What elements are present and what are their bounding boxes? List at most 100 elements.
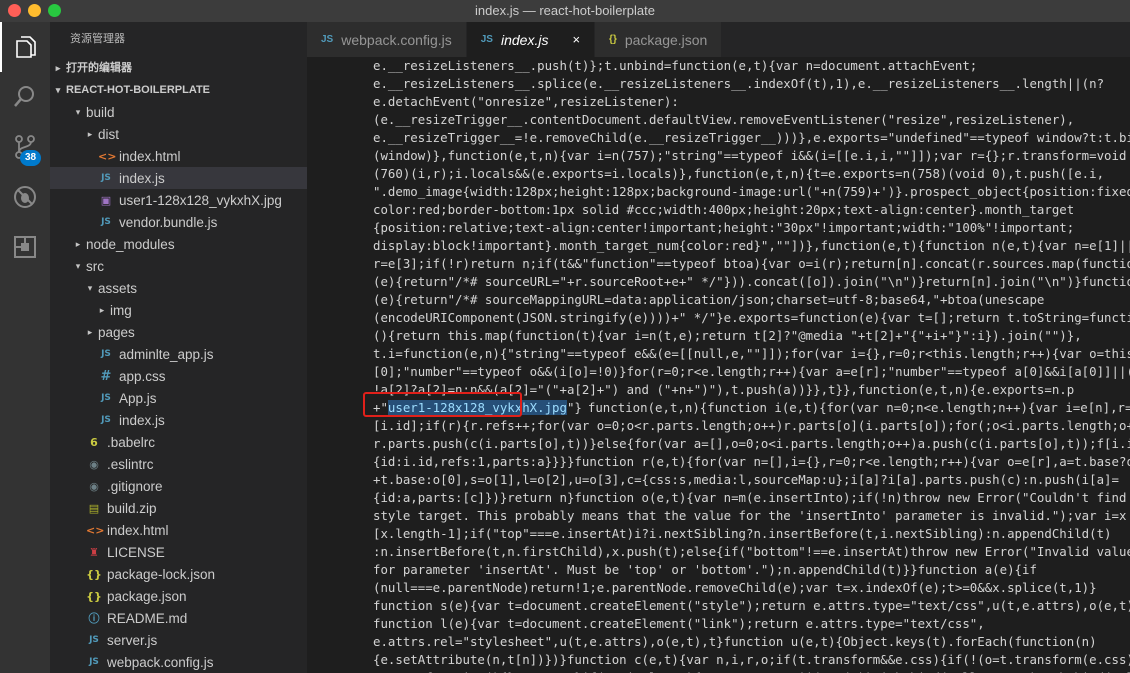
code-line[interactable]: (e.__resizeTrigger__.contentDocument.def…: [373, 111, 1130, 129]
source-control-icon[interactable]: 38: [0, 122, 50, 172]
js-file-icon: JS: [101, 217, 111, 227]
open-editors-section[interactable]: ▸ 打开的编辑器: [50, 57, 307, 79]
code-line[interactable]: color:red;border-bottom:1px solid #ccc;w…: [373, 201, 1130, 219]
tree-item[interactable]: ▾ src: [50, 255, 307, 277]
tree-item[interactable]: ▸ node_modules: [50, 233, 307, 255]
js-file-icon: JS: [101, 415, 111, 425]
code-line[interactable]: {id:a,parts:[c]})}return n}function o(e,…: [373, 489, 1130, 507]
tree-item[interactable]: ▸ pages: [50, 321, 307, 343]
activity-bar: 38: [0, 22, 50, 673]
window-minimize-button[interactable]: [28, 4, 41, 17]
tree-item[interactable]: # app.css: [50, 365, 307, 387]
tree-item-label: App.js: [119, 390, 157, 406]
code-line[interactable]: r=e[3];if(!r)return n;if(t&&"function"==…: [373, 255, 1130, 273]
tree-item[interactable]: ▸ img: [50, 299, 307, 321]
tab-webpack-config[interactable]: JS webpack.config.js: [307, 22, 467, 57]
md-file-icon: ⓘ: [88, 612, 100, 625]
code-line[interactable]: (){return this.map(function(t){var i=n(t…: [373, 327, 1130, 345]
code-line[interactable]: {position:relative;text-align:center!imp…: [373, 219, 1130, 237]
tree-item[interactable]: JS App.js: [50, 387, 307, 409]
tree-item-label: package-lock.json: [107, 566, 216, 582]
close-icon[interactable]: ×: [572, 32, 580, 47]
code-line[interactable]: ".demo_image{width:128px;height:128px;ba…: [373, 183, 1130, 201]
tree-item[interactable]: 6 .babelrc: [50, 431, 307, 453]
tree-item[interactable]: ◉ .eslintrc: [50, 453, 307, 475]
code-line[interactable]: (encodeURIComponent(JSON.stringify(e))))…: [373, 309, 1130, 327]
tree-item[interactable]: JS index.js: [50, 167, 307, 189]
scm-badge: 38: [20, 150, 42, 166]
lic-file-icon: ♜: [89, 545, 99, 559]
json-file-icon: {}: [86, 589, 102, 603]
tree-item-label: build.zip: [107, 500, 157, 516]
code-line[interactable]: e.__resizeListeners__.splice(e.__resizeL…: [373, 75, 1130, 93]
chevron-right-icon: ▸: [87, 326, 93, 337]
img-file-icon: ▣: [100, 193, 112, 207]
code-line[interactable]: return function(){};e.css=o}if(t.singlet…: [373, 669, 1130, 673]
code-content[interactable]: e.__resizeListeners__.push(t)};t.unbind=…: [373, 57, 1130, 673]
tree-item[interactable]: ▤ build.zip: [50, 497, 307, 519]
title-bar: index.js — react-hot-boilerplate: [0, 0, 1130, 22]
tab-package-json[interactable]: {} package.json: [595, 22, 723, 57]
code-line[interactable]: [0];"number"==typeof o&&(i[o]=!0)}for(r=…: [373, 363, 1130, 381]
search-icon[interactable]: [0, 72, 50, 122]
tree-item[interactable]: <> index.html: [50, 145, 307, 167]
tab-label: webpack.config.js: [341, 31, 452, 48]
tree-item[interactable]: ▸ dist: [50, 123, 307, 145]
tree-item[interactable]: ▾ build: [50, 101, 307, 123]
tab-label: package.json: [624, 31, 708, 48]
code-line[interactable]: :n.insertBefore(t,n.firstChild),x.push(t…: [373, 543, 1130, 561]
chevron-right-icon: ▸: [87, 128, 93, 139]
tree-item[interactable]: {} package-lock.json: [50, 563, 307, 585]
tree-item[interactable]: JS index.js: [50, 409, 307, 431]
code-line[interactable]: (760)(i,r);i.locals&&(e.exports=i.locals…: [373, 165, 1130, 183]
tree-item[interactable]: {} package.json: [50, 585, 307, 607]
tree-item[interactable]: ◉ .gitignore: [50, 475, 307, 497]
window-maximize-button[interactable]: [48, 4, 61, 17]
code-line[interactable]: [x.length-1];if("top"===e.insertAt)i?i.n…: [373, 525, 1130, 543]
code-line[interactable]: function l(e){var t=document.createEleme…: [373, 615, 1130, 633]
tree-item[interactable]: JS vendor.bundle.js: [50, 211, 307, 233]
code-line[interactable]: style target. This probably means that t…: [373, 507, 1130, 525]
chevron-right-icon: ▸: [75, 238, 81, 249]
extensions-icon[interactable]: [0, 222, 50, 272]
code-editor[interactable]: e.__resizeListeners__.push(t)};t.unbind=…: [307, 57, 1130, 673]
code-line[interactable]: (e){return"/*# sourceMappingURL=data:app…: [373, 291, 1130, 309]
html-file-icon: <>: [86, 523, 105, 537]
code-line[interactable]: function s(e){var t=document.createEleme…: [373, 597, 1130, 615]
tree-item[interactable]: ⓘ README.md: [50, 607, 307, 629]
tree-item[interactable]: JS adminlte_app.js: [50, 343, 307, 365]
chevron-right-icon: ▸: [99, 304, 105, 315]
tree-item-label: pages: [98, 324, 135, 340]
code-line[interactable]: {e.setAttribute(n,t[n])})}function c(e,t…: [373, 651, 1130, 669]
code-line[interactable]: e.detachEvent("onresize",resizeListener)…: [373, 93, 1130, 111]
tree-item[interactable]: JS server.js: [50, 629, 307, 651]
window-close-button[interactable]: [8, 4, 21, 17]
code-line[interactable]: (window)},function(e,t,n){var i=n(757);"…: [373, 147, 1130, 165]
code-line[interactable]: display:block!important}.month_target_nu…: [373, 237, 1130, 255]
tree-item[interactable]: ▣ user1-128x128_vykxhX.jpg: [50, 189, 307, 211]
code-line[interactable]: (null===e.parentNode)return!1;e.parentNo…: [373, 579, 1130, 597]
tab-index-js[interactable]: JS index.js ×: [466, 22, 596, 57]
tree-item-label: build: [86, 104, 115, 120]
tree-item-label: user1-128x128_vykxhX.jpg: [119, 192, 282, 208]
code-line[interactable]: e.__resizeListeners__.push(t)};t.unbind=…: [373, 57, 1130, 75]
code-line[interactable]: +t.base:o[0],s=o[1],l=o[2],u=o[3],c={css…: [373, 471, 1130, 489]
code-line[interactable]: (e){return"/*# sourceURL="+r.sourceRoot+…: [373, 273, 1130, 291]
project-label: REACT-HOT-BOILERPLATE: [66, 84, 211, 96]
tree-item[interactable]: JS webpack.config.js: [50, 651, 307, 673]
code-line[interactable]: r.parts.push(c(i.parts[o],t))}else{for(v…: [373, 435, 1130, 453]
code-line[interactable]: t.i=function(e,n){"string"==typeof e&&(e…: [373, 345, 1130, 363]
explorer-icon[interactable]: [0, 22, 50, 72]
tree-item-label: index.html: [119, 148, 181, 164]
explorer-sidebar: 资源管理器 ▸ 打开的编辑器 ▾ REACT-HOT-BOILERPLATE ▾…: [50, 22, 307, 673]
code-line[interactable]: for parameter 'insertAt'. Must be 'top' …: [373, 561, 1130, 579]
code-line[interactable]: [i.id];if(r){r.refs++;for(var o=0;o<r.pa…: [373, 417, 1130, 435]
debug-icon[interactable]: [0, 172, 50, 222]
tree-item[interactable]: <> index.html: [50, 519, 307, 541]
code-line[interactable]: {id:i.id,refs:1,parts:a}}}}function r(e,…: [373, 453, 1130, 471]
code-line[interactable]: e.attrs.rel="stylesheet",u(t,e.attrs),o(…: [373, 633, 1130, 651]
project-section[interactable]: ▾ REACT-HOT-BOILERPLATE: [50, 79, 307, 101]
tree-item[interactable]: ▾ assets: [50, 277, 307, 299]
tree-item[interactable]: ♜ LICENSE: [50, 541, 307, 563]
code-line[interactable]: e.__resizeTrigger__=!e.removeChild(e.__r…: [373, 129, 1130, 147]
